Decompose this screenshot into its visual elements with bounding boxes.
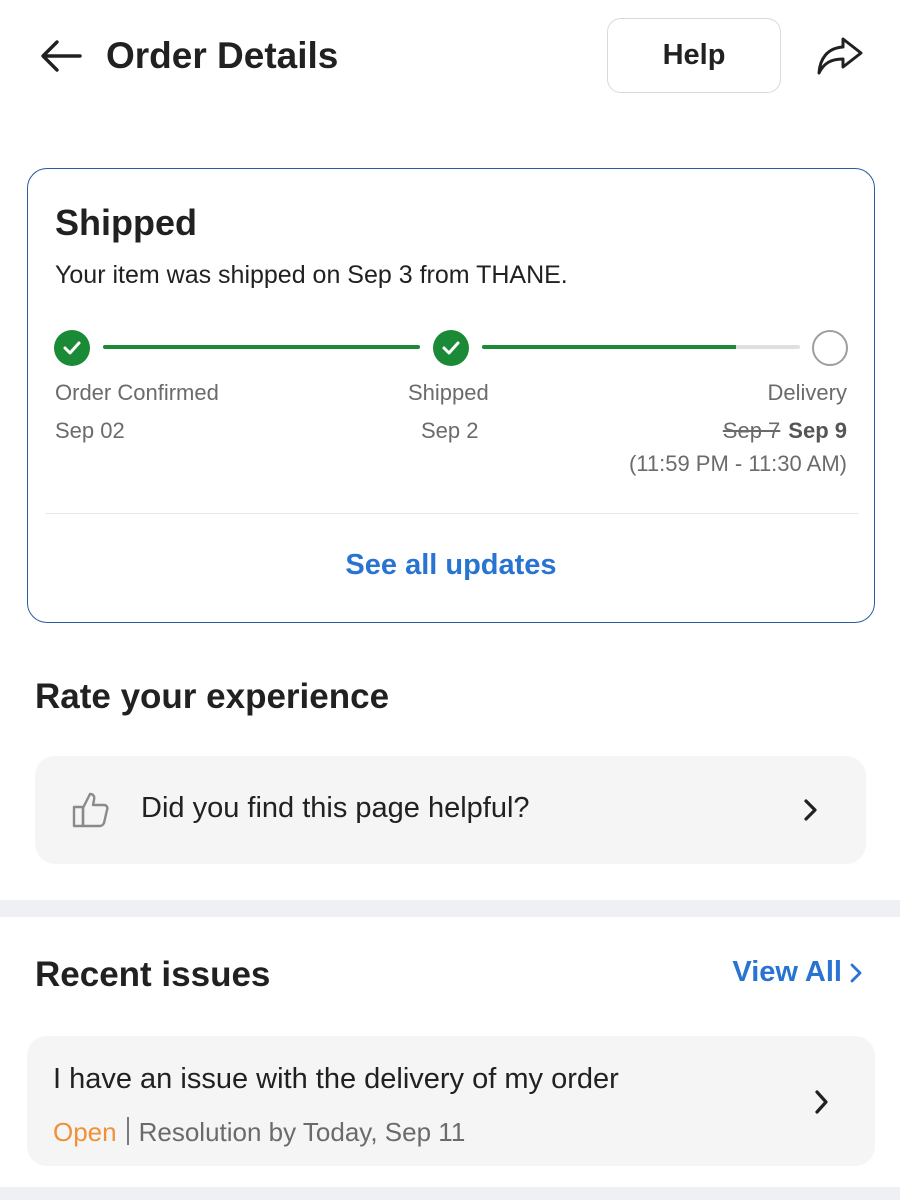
progress-segment-2-fill (482, 345, 737, 349)
help-button[interactable]: Help (607, 18, 781, 93)
share-icon (817, 37, 863, 75)
delivery-old-date: Sep 7 (722, 418, 781, 443)
view-all-label: View All (732, 956, 842, 988)
progress-segment-1-fill (103, 345, 420, 349)
bottom-divider (0, 1187, 900, 1200)
check-icon (63, 341, 81, 355)
issue-resolution: Resolution by Today, Sep 11 (138, 1117, 466, 1147)
chevron-right-icon (815, 1090, 828, 1114)
section-divider (0, 900, 900, 917)
step-label-delivery: Delivery (767, 380, 847, 405)
chevron-right-icon (850, 963, 862, 982)
issue-row[interactable]: I have an issue with the delivery of my … (27, 1036, 875, 1166)
card-divider (46, 513, 858, 514)
check-icon (442, 341, 460, 355)
progress-segment-2 (482, 345, 800, 349)
page-title: Order Details (106, 35, 339, 76)
status-description: Your item was shipped on Sep 3 from THAN… (55, 261, 568, 289)
status-title: Shipped (55, 202, 197, 243)
delivery-time-window: (11:59 PM - 11:30 AM) (628, 451, 847, 476)
step-shipped-check (433, 330, 469, 366)
thumbs-up-icon (72, 792, 109, 828)
issue-meta: Open Resolution by Today, Sep 11 (53, 1117, 465, 1148)
step-order-confirmed-check (54, 330, 90, 366)
issue-status-badge: Open (53, 1117, 117, 1147)
step-delivery-pending (812, 330, 848, 366)
step-date-order-confirmed: Sep 02 (55, 418, 125, 443)
rate-section-title: Rate your experience (35, 677, 390, 716)
step-date-shipped: Sep 2 (421, 418, 479, 443)
step-date-delivery: Sep 7 Sep 9 (723, 418, 847, 444)
header: Order Details Help (0, 0, 900, 112)
back-arrow-icon (41, 40, 82, 72)
helpful-question: Did you find this page helpful? (141, 792, 530, 824)
issue-title: I have an issue with the delivery of my … (53, 1063, 619, 1095)
share-button[interactable] (812, 30, 868, 80)
delivery-new-date: Sep 9 (788, 418, 847, 443)
page-helpful-row[interactable]: Did you find this page helpful? (35, 756, 866, 864)
view-all-link[interactable]: View All (732, 956, 862, 989)
step-label-order-confirmed: Order Confirmed (55, 380, 219, 405)
shipment-status-card: Shipped Your item was shipped on Sep 3 f… (27, 168, 875, 623)
meta-separator (126, 1117, 129, 1145)
chevron-right-icon (804, 799, 817, 821)
back-button[interactable] (38, 34, 84, 78)
progress-segment-1 (103, 345, 420, 349)
recent-issues-title: Recent issues (35, 955, 271, 994)
step-label-shipped: Shipped (408, 380, 489, 405)
see-all-updates-link[interactable]: See all updates (28, 549, 874, 582)
